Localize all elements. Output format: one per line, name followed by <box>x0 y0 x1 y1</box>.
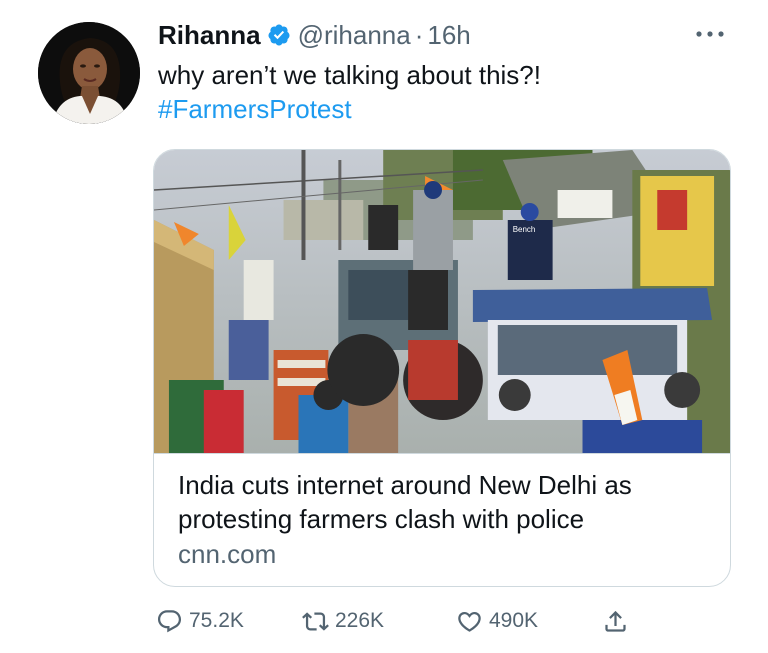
reply-count: 75.2K <box>189 609 244 632</box>
card-text[interactable]: India cuts internet around New Delhi as … <box>154 454 730 572</box>
share-button[interactable] <box>602 603 635 639</box>
card-domain[interactable]: cnn.com <box>178 536 706 572</box>
card-image[interactable]: Bench <box>154 150 730 453</box>
verified-badge-icon <box>268 24 290 46</box>
tweet-time[interactable]: 16h <box>427 18 470 52</box>
author-name[interactable]: Rihanna <box>158 18 261 52</box>
more-icon[interactable] <box>692 22 728 46</box>
retweet-button[interactable]: 226K <box>302 603 384 639</box>
link-card[interactable]: Bench India cuts internet around New Del… <box>153 149 731 587</box>
reply-button[interactable]: 75.2K <box>156 603 244 639</box>
avatar[interactable] <box>38 22 140 124</box>
tweet-body: why aren’t we talking about this?! <box>158 60 541 90</box>
reply-icon <box>157 609 182 632</box>
retweet-count: 226K <box>335 609 385 632</box>
retweet-icon <box>302 611 329 631</box>
tweet-text: why aren’t we talking about this?! #Farm… <box>158 58 541 126</box>
tweet-header: Rihanna @rihanna · 16h <box>158 18 471 52</box>
image-sign-text: Bench <box>513 225 536 234</box>
card-title[interactable]: India cuts internet around New Delhi as … <box>178 468 706 536</box>
heart-icon <box>458 611 481 632</box>
separator-dot: · <box>414 20 424 50</box>
hashtag-link[interactable]: #FarmersProtest <box>158 92 541 126</box>
share-icon <box>605 610 626 632</box>
like-count: 490K <box>489 609 539 632</box>
tweet[interactable]: Rihanna @rihanna · 16h why aren’t we tal… <box>0 0 768 653</box>
author-handle[interactable]: @rihanna <box>298 18 411 52</box>
tweet-actions: 75.2K 226K 490K <box>156 603 636 639</box>
like-button[interactable]: 490K <box>456 603 538 639</box>
